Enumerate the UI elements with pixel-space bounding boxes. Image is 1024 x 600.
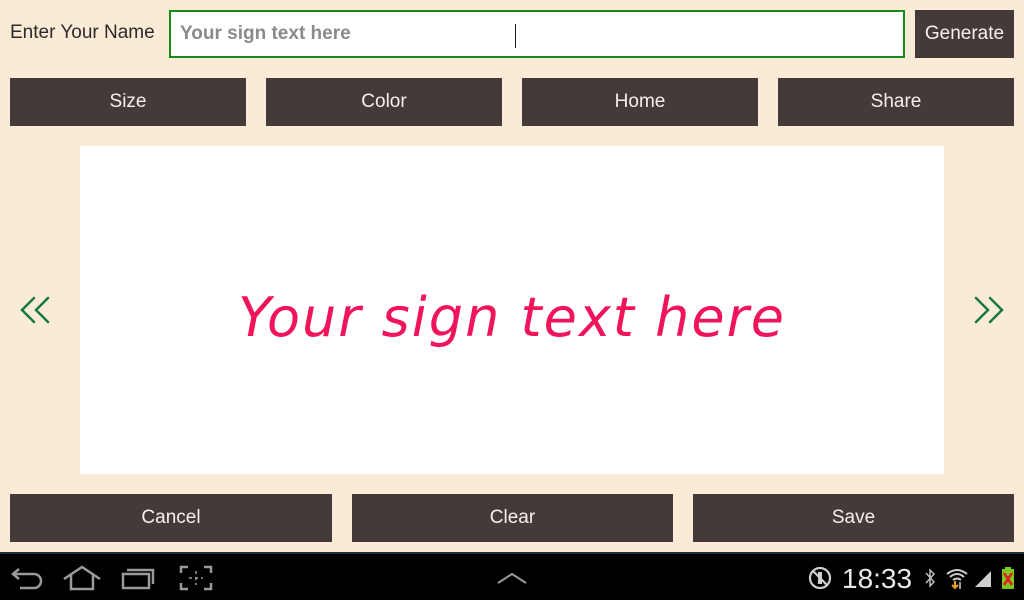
home-nav-button[interactable] (60, 562, 104, 594)
back-arrow-icon (11, 568, 43, 590)
save-button[interactable]: Save (693, 494, 1014, 542)
signature-preview-canvas[interactable]: Your sign text here (80, 146, 944, 474)
size-button[interactable]: Size (10, 78, 246, 126)
expand-up-button[interactable] (494, 562, 530, 594)
clock: 18:33 (842, 563, 913, 594)
home-outline-icon (63, 565, 101, 591)
signature-app: Enter Your Name Generate Size Color Home… (0, 0, 1024, 552)
home-button[interactable]: Home (522, 78, 758, 126)
signal-icon (972, 562, 994, 594)
name-input-container[interactable] (169, 10, 905, 58)
cancel-button[interactable]: Cancel (10, 494, 332, 542)
wifi-icon (944, 562, 970, 594)
double-chevron-left-icon (20, 296, 50, 324)
previous-style-button[interactable] (15, 290, 55, 330)
battery-low-icon (998, 562, 1018, 594)
bluetooth-icon (922, 562, 938, 594)
chevron-up-icon (497, 572, 527, 584)
color-button[interactable]: Color (266, 78, 502, 126)
name-label: Enter Your Name (10, 22, 155, 43)
share-button[interactable]: Share (778, 78, 1014, 126)
recent-apps-icon (121, 568, 155, 590)
screen-capture-icon (179, 565, 213, 591)
no-sync-icon (806, 562, 834, 594)
generate-button[interactable]: Generate (915, 10, 1014, 58)
double-chevron-right-icon (974, 296, 1004, 324)
name-input[interactable] (171, 12, 903, 56)
name-entry-row: Enter Your Name Generate (0, 0, 1024, 70)
screenshot-button[interactable] (176, 562, 216, 594)
signature-text: Your sign text here (237, 285, 787, 349)
system-navigation-bar: 18:33 (0, 552, 1024, 600)
recent-apps-button[interactable] (118, 562, 158, 594)
clear-button[interactable]: Clear (352, 494, 673, 542)
back-button[interactable] (8, 562, 46, 594)
next-style-button[interactable] (969, 290, 1009, 330)
text-caret (515, 24, 516, 48)
